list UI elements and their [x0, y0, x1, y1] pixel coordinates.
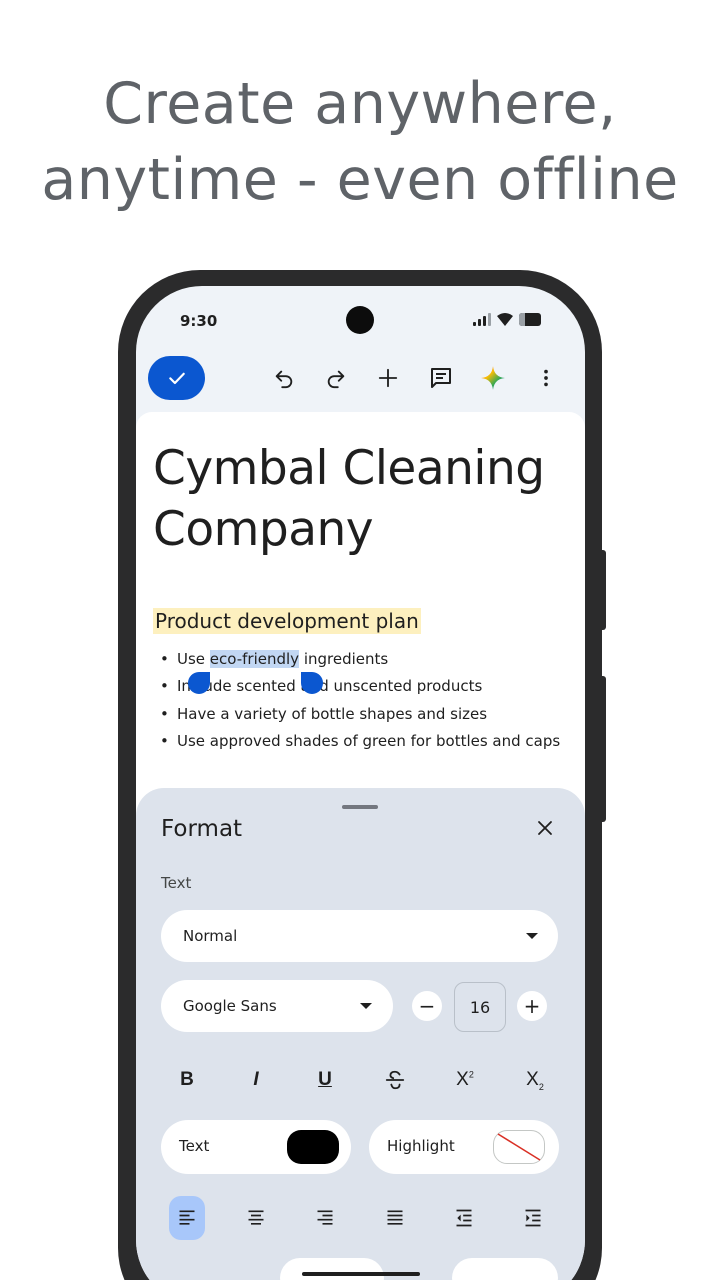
align-right-icon: [317, 1210, 333, 1225]
gemini-button[interactable]: [479, 364, 507, 392]
no-color-icon: [497, 1133, 541, 1161]
close-icon: [538, 821, 552, 835]
paragraph-style-value: Normal: [183, 927, 238, 945]
subscript-icon: X2: [526, 1068, 544, 1092]
comment-button[interactable]: [427, 364, 455, 392]
document-canvas[interactable]: Cymbal Cleaning Company Product developm…: [136, 412, 585, 832]
strikethrough-icon: [385, 1070, 405, 1090]
insert-button[interactable]: [374, 364, 402, 392]
text-color-label: Text: [179, 1137, 210, 1155]
list-style-control[interactable]: [280, 1258, 384, 1280]
decrease-indent-button[interactable]: [446, 1196, 482, 1240]
increase-indent-icon: [525, 1209, 541, 1227]
phone-screen: 9:30 Cymbal Cleaning Company Product dev…: [136, 286, 585, 1280]
list-item[interactable]: Include scented and unscented products: [160, 673, 560, 701]
front-camera: [346, 306, 374, 334]
text-color-swatch[interactable]: [287, 1130, 339, 1164]
strikethrough-button[interactable]: [375, 1062, 415, 1098]
justify-button[interactable]: [377, 1196, 413, 1240]
justify-icon: [387, 1210, 403, 1225]
list-item[interactable]: Have a variety of bottle shapes and size…: [160, 701, 560, 729]
signal-icon: [473, 313, 491, 326]
redo-button[interactable]: [322, 364, 350, 392]
battery-icon: [519, 313, 541, 326]
status-time: 9:30: [180, 312, 218, 330]
highlight-none-swatch[interactable]: [493, 1130, 545, 1164]
font-dropdown[interactable]: Google Sans: [161, 980, 393, 1032]
undo-button[interactable]: [270, 364, 298, 392]
chevron-down-icon: [360, 1003, 372, 1009]
home-indicator: [302, 1272, 420, 1276]
phone-volume-button: [600, 676, 606, 822]
italic-button[interactable]: I: [236, 1062, 276, 1098]
increase-font-size-button[interactable]: +: [517, 991, 547, 1021]
phone-power-button: [600, 550, 606, 630]
selected-text[interactable]: eco-friendly: [209, 650, 300, 668]
align-center-button[interactable]: [238, 1196, 274, 1240]
decrease-font-size-button[interactable]: −: [412, 991, 442, 1021]
wifi-icon: [497, 313, 513, 326]
done-button[interactable]: [148, 356, 205, 400]
text-section-label: Text: [161, 874, 192, 892]
increase-indent-button[interactable]: [515, 1196, 551, 1240]
superscript-button[interactable]: X2: [445, 1062, 485, 1098]
gemini-icon: [481, 366, 505, 390]
numbered-list-control[interactable]: [452, 1258, 558, 1280]
more-vert-icon: [544, 369, 548, 387]
undo-icon: [275, 370, 293, 389]
underline-icon: U: [318, 1069, 332, 1090]
highlight-label: Highlight: [387, 1137, 455, 1155]
font-value: Google Sans: [183, 997, 277, 1015]
align-center-icon: [248, 1210, 264, 1225]
subscript-button[interactable]: X2: [515, 1062, 555, 1098]
document-heading[interactable]: Product development plan: [153, 608, 421, 634]
decrease-indent-icon: [456, 1209, 472, 1227]
selection-handle-start[interactable]: [188, 672, 210, 694]
font-size-field[interactable]: 16: [454, 982, 506, 1032]
selection-handle-end[interactable]: [301, 672, 323, 694]
bold-button[interactable]: B: [167, 1062, 207, 1098]
align-left-button[interactable]: [169, 1196, 205, 1240]
paragraph-style-dropdown[interactable]: Normal: [161, 910, 558, 962]
chevron-down-icon: [526, 933, 538, 939]
superscript-icon: X2: [456, 1069, 474, 1090]
italic-icon: I: [253, 1069, 259, 1090]
add-icon: [378, 368, 398, 388]
list-item[interactable]: Use approved shades of green for bottles…: [160, 728, 560, 756]
drag-handle[interactable]: [342, 805, 378, 809]
align-right-button[interactable]: [307, 1196, 343, 1240]
list-item[interactable]: Use eco-friendly ingredients: [160, 646, 560, 674]
underline-button[interactable]: U: [305, 1062, 345, 1098]
close-format-button[interactable]: [533, 816, 557, 840]
headline: Create anywhere, anytime - even offline: [0, 66, 720, 218]
headline-line-2: anytime - even offline: [41, 147, 679, 213]
headline-line-1: Create anywhere,: [103, 71, 617, 137]
text-color-control[interactable]: Text: [161, 1120, 351, 1174]
format-panel-title: Format: [161, 816, 243, 842]
redo-icon: [327, 370, 345, 389]
document-title[interactable]: Cymbal Cleaning Company: [153, 438, 573, 560]
bullet-list: Use eco-friendly ingredients Include sce…: [160, 646, 560, 756]
align-left-icon: [179, 1210, 195, 1225]
highlight-color-control[interactable]: Highlight: [369, 1120, 559, 1174]
more-options-button[interactable]: [532, 364, 560, 392]
bold-icon: B: [180, 1069, 194, 1090]
check-icon: [168, 372, 185, 385]
status-icons: [473, 313, 541, 326]
comment-icon: [431, 368, 451, 388]
format-panel: Format Text Normal Google Sans − 16 + B …: [136, 788, 585, 1280]
